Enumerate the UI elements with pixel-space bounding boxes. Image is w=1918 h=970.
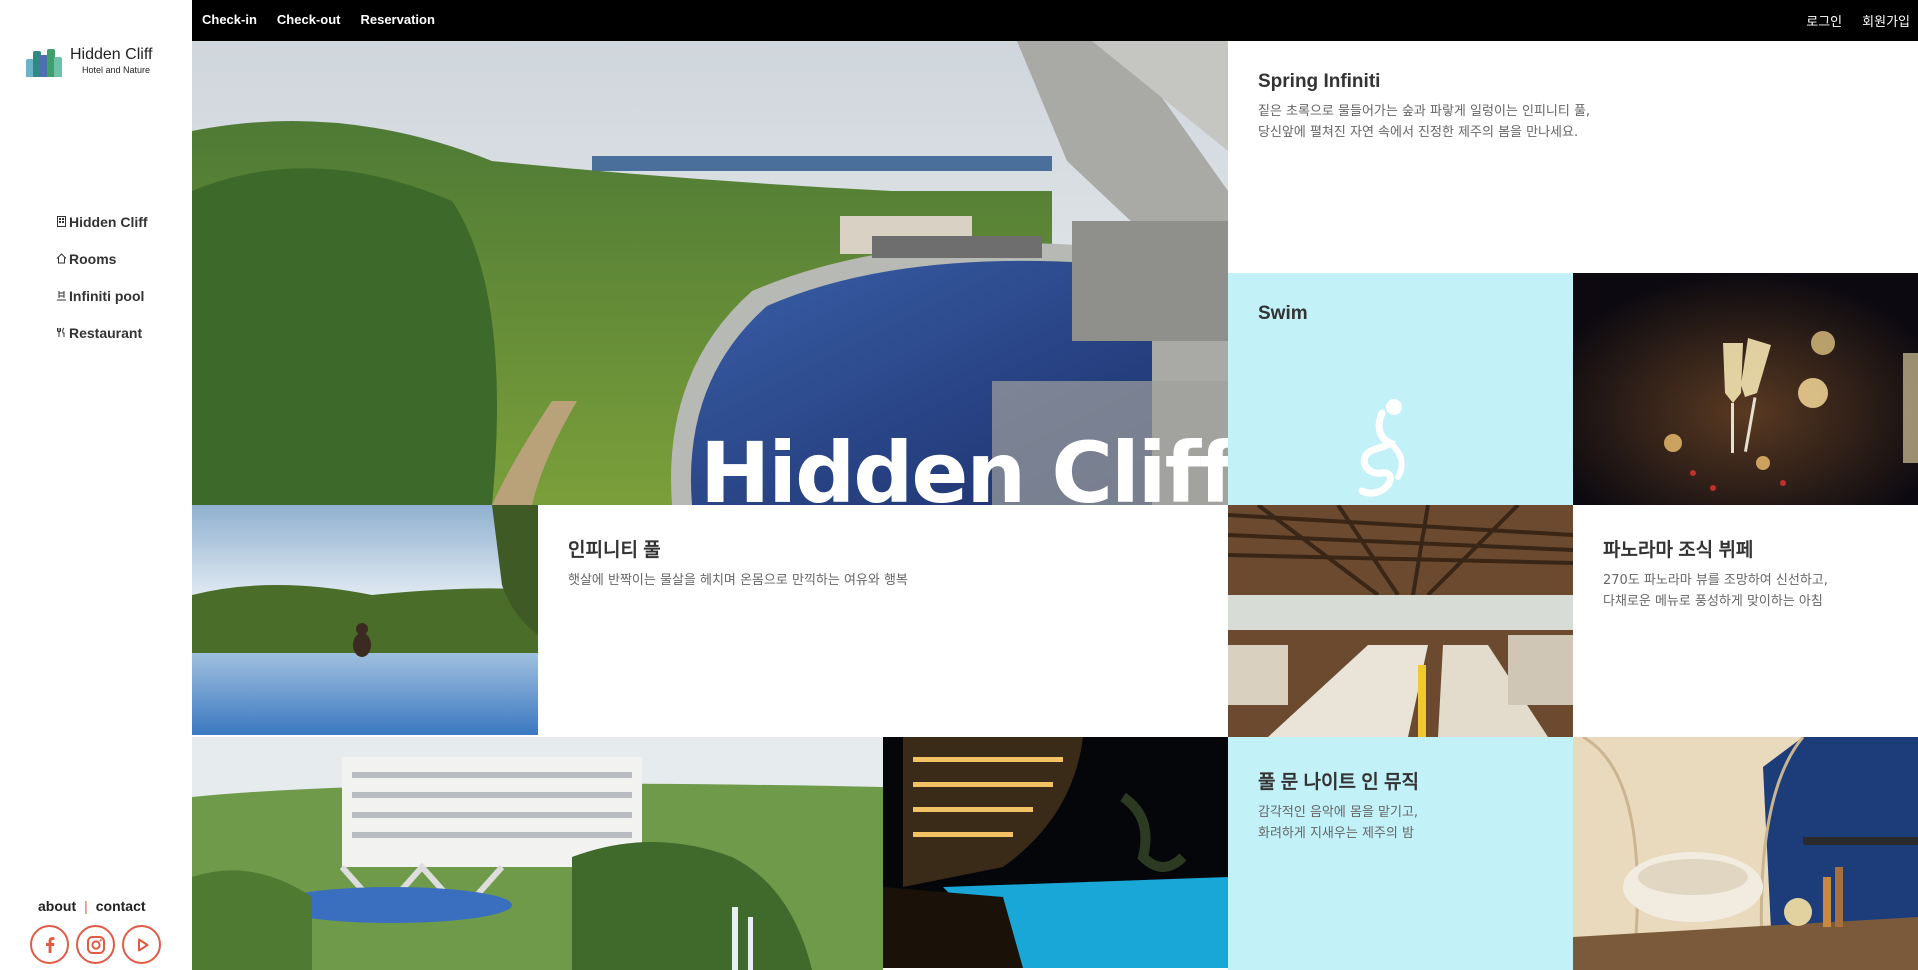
utensils-icon xyxy=(55,327,67,339)
brand-logo[interactable]: Hidden Cliff Hotel and Nature xyxy=(26,47,152,77)
pool-icon xyxy=(55,290,67,302)
brand-tagline: Hotel and Nature xyxy=(82,65,151,75)
side-nav: Hidden Cliff Rooms Infiniti pool Restaur… xyxy=(55,203,148,351)
buffet-image xyxy=(1228,505,1573,737)
building-icon xyxy=(55,216,67,228)
infinity-pool-image xyxy=(192,505,538,735)
music-description: 감각적인 음악에 몸을 맡기고, 화려하게 지새우는 제주의 밤 xyxy=(1258,802,1543,844)
instagram-icon[interactable] xyxy=(76,925,115,964)
infinity-pool-card[interactable]: 인피니티 풀 햇살에 반짝이는 물살을 헤치며 온몸으로 만끽하는 여유와 행복 xyxy=(538,505,1228,737)
spring-description: 짙은 초록으로 물들어가는 숲과 파랗게 일렁이는 인피니티 풀, 당신앞에 펼… xyxy=(1258,101,1888,143)
hotel-exterior-image xyxy=(192,737,883,970)
cabana-image xyxy=(1573,737,1918,970)
sidebar-item-label: Hidden Cliff xyxy=(69,213,148,230)
music-title: 풀 문 나이트 인 뮤직 xyxy=(1258,772,1419,793)
sidebar-item-restaurant[interactable]: Restaurant xyxy=(55,314,148,351)
buffet-line-2: 다채로운 메뉴로 풍성하게 맞이하는 아침 xyxy=(1603,594,1823,609)
social-links xyxy=(30,925,161,964)
buffet-line-1: 270도 파노라마 뷰를 조망하여 신선하고, xyxy=(1603,573,1828,588)
infinity-pool-line-1: 햇살에 반짝이는 물살을 헤치며 온몸으로 만끽하는 여유와 행복 xyxy=(568,573,908,588)
spring-line-2: 당신앞에 펼쳐진 자연 속에서 진정한 제주의 봄을 만나세요. xyxy=(1258,125,1579,140)
infinity-pool-description: 햇살에 반짝이는 물살을 헤치며 온몸으로 만끽하는 여유와 행복 xyxy=(568,570,1198,591)
music-line-1: 감각적인 음악에 몸을 맡기고, xyxy=(1258,805,1419,820)
sidebar-item-label: Rooms xyxy=(69,250,117,267)
youtube-icon[interactable] xyxy=(122,925,161,964)
home-icon xyxy=(55,253,67,265)
reservation-link[interactable]: Reservation xyxy=(360,12,434,27)
sidebar-item-label: Infiniti pool xyxy=(69,287,145,304)
brand-name: Hidden Cliff xyxy=(70,46,153,63)
champagne-image xyxy=(1573,273,1918,505)
signup-link[interactable]: 회원가입 xyxy=(1862,11,1910,30)
music-line-2: 화려하게 지새우는 제주의 밤 xyxy=(1258,826,1414,841)
swim-card[interactable]: Swim xyxy=(1228,273,1573,505)
spring-infiniti-card[interactable]: Spring Infiniti 짙은 초록으로 물들어가는 숲과 파랗게 일렁이… xyxy=(1228,41,1918,273)
sidebar-item-label: Restaurant xyxy=(69,324,143,341)
hero-image: Hidden Cliff xyxy=(192,41,1228,505)
logo-mark-icon xyxy=(26,47,64,77)
hero-title: Hidden Cliff xyxy=(700,424,1228,505)
footer-separator: | xyxy=(84,898,88,914)
infinity-pool-title: 인피니티 풀 xyxy=(568,540,661,561)
top-bar: Check-in Check-out Reservation 로그인 회원가입 xyxy=(192,0,1918,41)
swim-title: Swim xyxy=(1258,303,1308,324)
buffet-description: 270도 파노라마 뷰를 조망하여 신선하고, 다채로운 메뉴로 풍성하게 맞이… xyxy=(1603,570,1888,612)
check-in-link[interactable]: Check-in xyxy=(202,12,257,27)
night-pool-image xyxy=(883,737,1228,968)
sidebar-item-rooms[interactable]: Rooms xyxy=(55,240,148,277)
swimmer-icon xyxy=(1358,399,1405,497)
login-link[interactable]: 로그인 xyxy=(1806,11,1842,30)
facebook-icon[interactable] xyxy=(30,925,69,964)
spring-title: Spring Infiniti xyxy=(1258,71,1381,92)
contact-link[interactable]: contact xyxy=(96,898,146,914)
spring-line-1: 짙은 초록으로 물들어가는 숲과 파랗게 일렁이는 인피니티 풀, xyxy=(1258,104,1591,119)
music-night-card[interactable]: 풀 문 나이트 인 뮤직 감각적인 음악에 몸을 맡기고, 화려하게 지새우는 … xyxy=(1228,737,1573,970)
footer-links: about | contact xyxy=(38,898,146,914)
check-out-link[interactable]: Check-out xyxy=(277,12,341,27)
buffet-title: 파노라마 조식 뷔페 xyxy=(1603,540,1754,561)
about-link[interactable]: about xyxy=(38,898,76,914)
sidebar: Hidden Cliff Hotel and Nature Hidden Cli… xyxy=(0,0,192,970)
buffet-card[interactable]: 파노라마 조식 뷔페 270도 파노라마 뷰를 조망하여 신선하고, 다채로운 … xyxy=(1573,505,1918,737)
sidebar-item-infiniti-pool[interactable]: Infiniti pool xyxy=(55,277,148,314)
sidebar-item-hidden-cliff[interactable]: Hidden Cliff xyxy=(55,203,148,240)
